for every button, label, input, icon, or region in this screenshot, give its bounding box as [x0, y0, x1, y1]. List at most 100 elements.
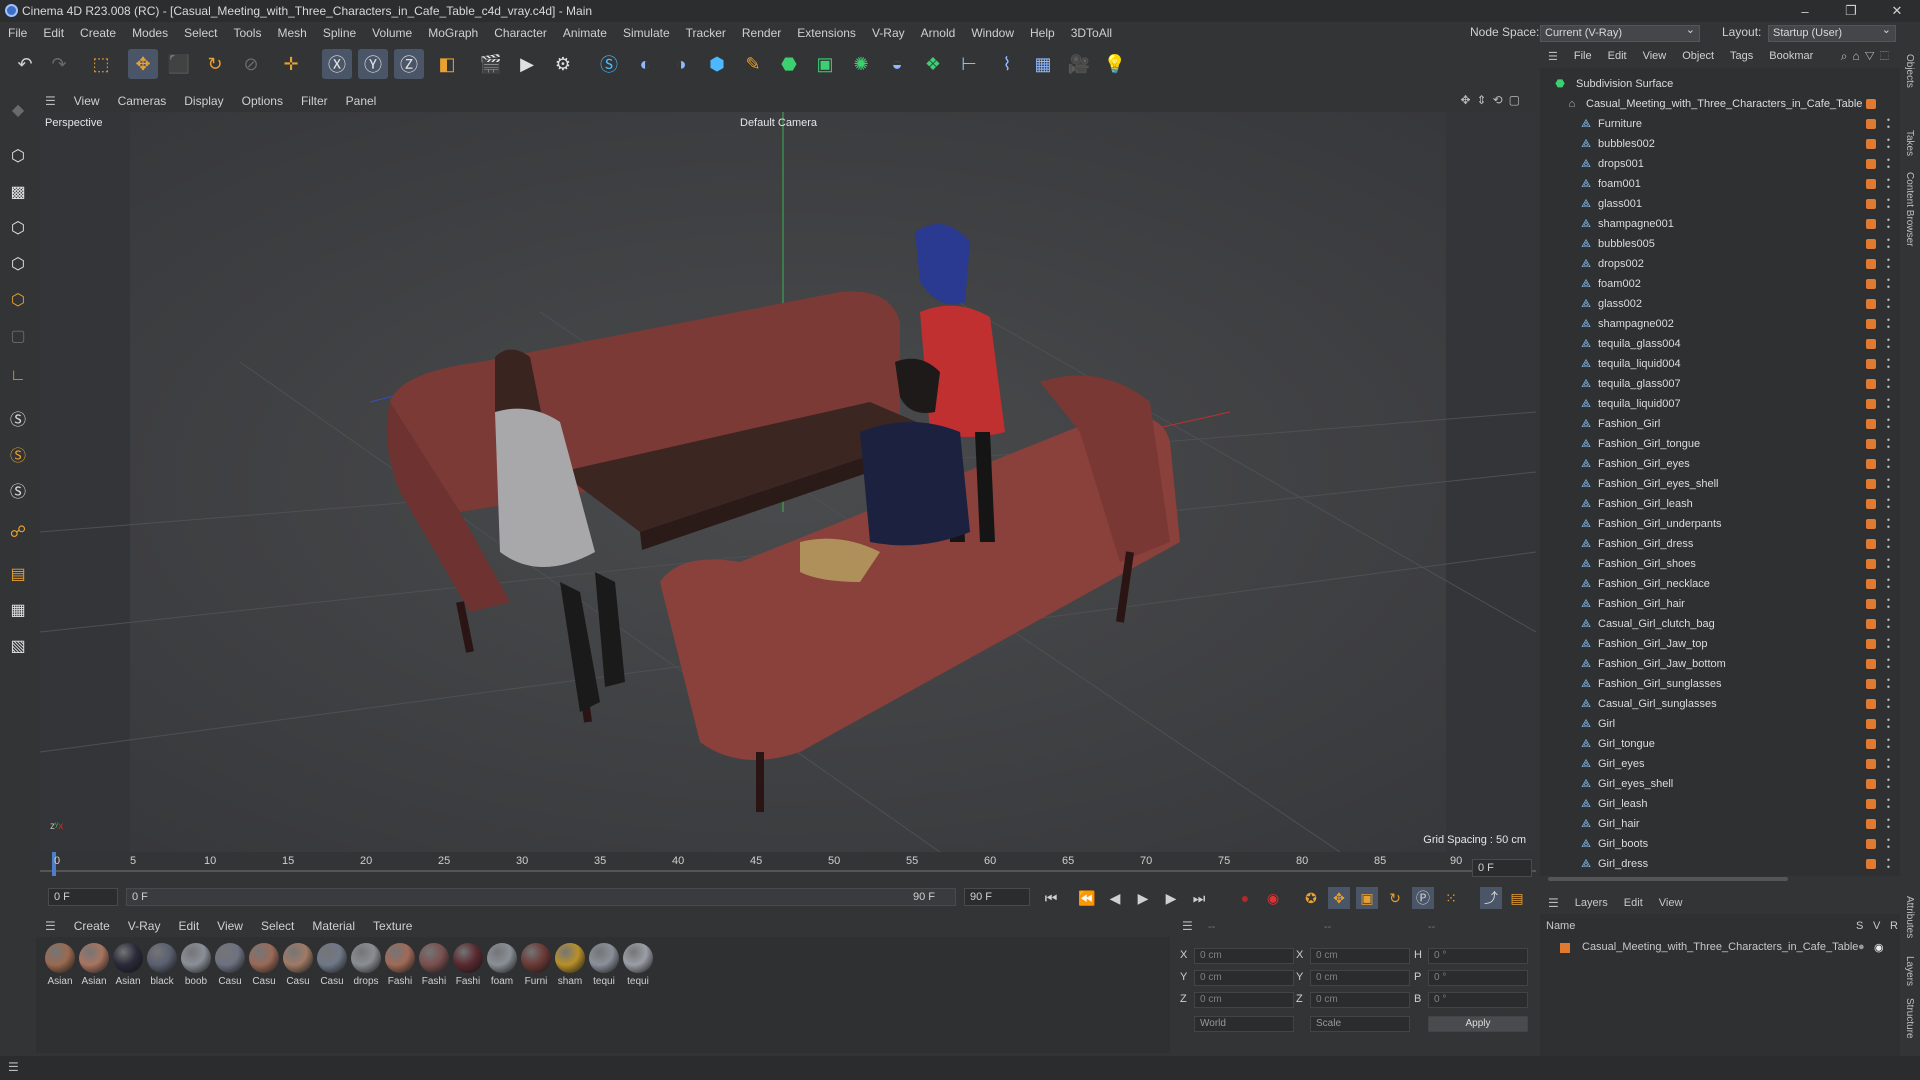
- object-row[interactable]: ⟁ tequila_liquid004 • •: [1540, 354, 1900, 374]
- object-menu-edit[interactable]: Edit: [1600, 50, 1635, 62]
- menu-vray[interactable]: V-Ray: [864, 26, 913, 40]
- object-row[interactable]: ⟁ drops002 • •: [1540, 254, 1900, 274]
- visibility-dots-icon[interactable]: • •: [1887, 536, 1890, 552]
- step-forward-icon[interactable]: ▶: [1160, 887, 1182, 909]
- material-swatch[interactable]: Asian: [112, 943, 144, 987]
- viewport-hamburger-icon[interactable]: ☰: [36, 94, 65, 108]
- visibility-dots-icon[interactable]: • •: [1887, 516, 1890, 532]
- object-hscrollbar[interactable]: [1548, 877, 1788, 881]
- object-row[interactable]: ⟁ Fashion_Girl_dress • •: [1540, 534, 1900, 554]
- viewport-camera-name[interactable]: Default Camera: [740, 117, 817, 129]
- frame-range-slider[interactable]: 0 F 90 F: [126, 888, 956, 906]
- material-menu-create[interactable]: Create: [65, 919, 119, 933]
- tab-attributes[interactable]: Attributes: [1904, 896, 1915, 938]
- object-row[interactable]: ⟁ Furniture • •: [1540, 114, 1900, 134]
- menu-mesh[interactable]: Mesh: [269, 26, 314, 40]
- menu-tools[interactable]: Tools: [225, 26, 269, 40]
- size-z-field[interactable]: 0 cm: [1310, 992, 1410, 1008]
- menu-simulate[interactable]: Simulate: [615, 26, 678, 40]
- visibility-dots-icon[interactable]: • •: [1887, 716, 1890, 732]
- size-x-field[interactable]: 0 cm: [1310, 948, 1410, 964]
- visibility-dots-icon[interactable]: • •: [1887, 476, 1890, 492]
- render-view-icon[interactable]: 🎬: [476, 49, 506, 79]
- object-menu-view[interactable]: View: [1635, 50, 1675, 62]
- material-swatch[interactable]: Furni: [520, 943, 552, 987]
- visibility-dots-icon[interactable]: • •: [1887, 336, 1890, 352]
- object-row[interactable]: ⟁ Girl_hair • •: [1540, 814, 1900, 834]
- snap-icon[interactable]: Ⓢ: [4, 404, 32, 432]
- menu-window[interactable]: Window: [963, 26, 1022, 40]
- cube-primitive-icon[interactable]: ⬢: [702, 49, 732, 79]
- material-menu-select[interactable]: Select: [252, 919, 303, 933]
- material-swatch[interactable]: Casu: [214, 943, 246, 987]
- visibility-dots-icon[interactable]: • •: [1887, 796, 1890, 812]
- material-swatch[interactable]: Fashi: [452, 943, 484, 987]
- material-swatch[interactable]: sham: [554, 943, 586, 987]
- object-row[interactable]: ⟁ Fashion_Girl_eyes_shell • •: [1540, 474, 1900, 494]
- menu-volume[interactable]: Volume: [364, 26, 420, 40]
- scale-mode-dropdown[interactable]: Scale: [1310, 1016, 1410, 1032]
- model-mode-icon[interactable]: ⬡: [4, 142, 32, 170]
- redo-icon[interactable]: ↷: [44, 49, 74, 79]
- menu-file[interactable]: File: [0, 26, 35, 40]
- object-row[interactable]: ⟁ foam001 • •: [1540, 174, 1900, 194]
- make-editable-icon[interactable]: ◆: [4, 96, 32, 124]
- material-hamburger-icon[interactable]: ☰: [36, 919, 65, 933]
- coords-hamburger-icon[interactable]: ☰: [1182, 919, 1193, 933]
- visibility-dots-icon[interactable]: • •: [1887, 556, 1890, 572]
- python-generator-icon[interactable]: ◒: [882, 49, 912, 79]
- menu-select[interactable]: Select: [176, 26, 225, 40]
- tab-content-browser[interactable]: Content Browser: [1904, 172, 1915, 246]
- menu-animate[interactable]: Animate: [555, 26, 615, 40]
- visibility-dots-icon[interactable]: • •: [1887, 816, 1890, 832]
- object-row[interactable]: ⟁ Girl_leash • •: [1540, 794, 1900, 814]
- x-axis-lock-icon[interactable]: Ⓧ: [322, 49, 352, 79]
- z-axis-lock-icon[interactable]: Ⓩ: [394, 49, 424, 79]
- points-mode-icon[interactable]: ⬡: [4, 214, 32, 242]
- material-swatch[interactable]: Asian: [44, 943, 76, 987]
- object-row[interactable]: ⟁ Fashion_Girl_sunglasses • •: [1540, 674, 1900, 694]
- object-row[interactable]: ⟁ tequila_liquid007 • •: [1540, 394, 1900, 414]
- magnet-icon[interactable]: ☍: [4, 518, 32, 546]
- rotate-tool-icon[interactable]: ↻: [200, 49, 230, 79]
- go-to-start-icon[interactable]: ⏮: [1040, 887, 1062, 909]
- visibility-dots-icon[interactable]: • •: [1887, 276, 1890, 292]
- coordinate-system-icon[interactable]: ◧: [432, 49, 462, 79]
- object-row[interactable]: ⟁ Fashion_Girl_underpants • •: [1540, 514, 1900, 534]
- layer-menu-view[interactable]: View: [1651, 897, 1691, 909]
- object-row[interactable]: ⟁ Fashion_Girl_hair • •: [1540, 594, 1900, 614]
- object-row[interactable]: ⟁ tequila_glass007 • •: [1540, 374, 1900, 394]
- pos-y-field[interactable]: 0 cm: [1194, 970, 1294, 986]
- visibility-dots-icon[interactable]: • •: [1887, 296, 1890, 312]
- object-row[interactable]: ⟁ Girl_eyes_shell • •: [1540, 774, 1900, 794]
- object-menu-bookmarks[interactable]: Bookmar: [1761, 50, 1821, 62]
- menu-render[interactable]: Render: [734, 26, 789, 40]
- pos-z-field[interactable]: 0 cm: [1194, 992, 1294, 1008]
- visibility-dots-icon[interactable]: • •: [1887, 616, 1890, 632]
- tab-takes[interactable]: Takes: [1904, 130, 1915, 156]
- close-button[interactable]: ✕: [1874, 0, 1920, 22]
- material-swatch[interactable]: foam: [486, 943, 518, 987]
- edges-mode-icon[interactable]: ⬡: [4, 250, 32, 278]
- object-row[interactable]: ⟁ drops001 • •: [1540, 154, 1900, 174]
- object-row[interactable]: ⟁ Fashion_Girl • •: [1540, 414, 1900, 434]
- material-swatch[interactable]: drops: [350, 943, 382, 987]
- floor-icon[interactable]: ▦: [1028, 49, 1058, 79]
- python-script-icon[interactable]: ◐: [630, 49, 660, 79]
- material-swatch[interactable]: Casu: [282, 943, 314, 987]
- layer-row[interactable]: Casual_Meeting_with_Three_Characters_in_…: [1540, 938, 1900, 958]
- object-hamburger-icon[interactable]: ☰: [1540, 50, 1566, 63]
- visibility-dots-icon[interactable]: • •: [1887, 856, 1890, 872]
- object-search-filter-icons[interactable]: ⌕⌂▽⬚: [1841, 49, 1894, 64]
- object-row[interactable]: ⟁ Fashion_Girl_leash • •: [1540, 494, 1900, 514]
- material-swatch[interactable]: Fashi: [418, 943, 450, 987]
- visibility-dots-icon[interactable]: • •: [1887, 776, 1890, 792]
- object-row[interactable]: ⟁ Fashion_Girl_eyes • •: [1540, 454, 1900, 474]
- camera-icon[interactable]: 🎥: [1064, 49, 1094, 79]
- object-row[interactable]: ⟁ Fashion_Girl_tongue • •: [1540, 434, 1900, 454]
- motion-mode-icon[interactable]: ⤴: [1480, 887, 1502, 909]
- material-swatch[interactable]: tequi: [588, 943, 620, 987]
- visibility-dots-icon[interactable]: • •: [1887, 676, 1890, 692]
- snap-vertex-icon[interactable]: Ⓢ: [4, 476, 32, 504]
- visibility-dots-icon[interactable]: • •: [1887, 756, 1890, 772]
